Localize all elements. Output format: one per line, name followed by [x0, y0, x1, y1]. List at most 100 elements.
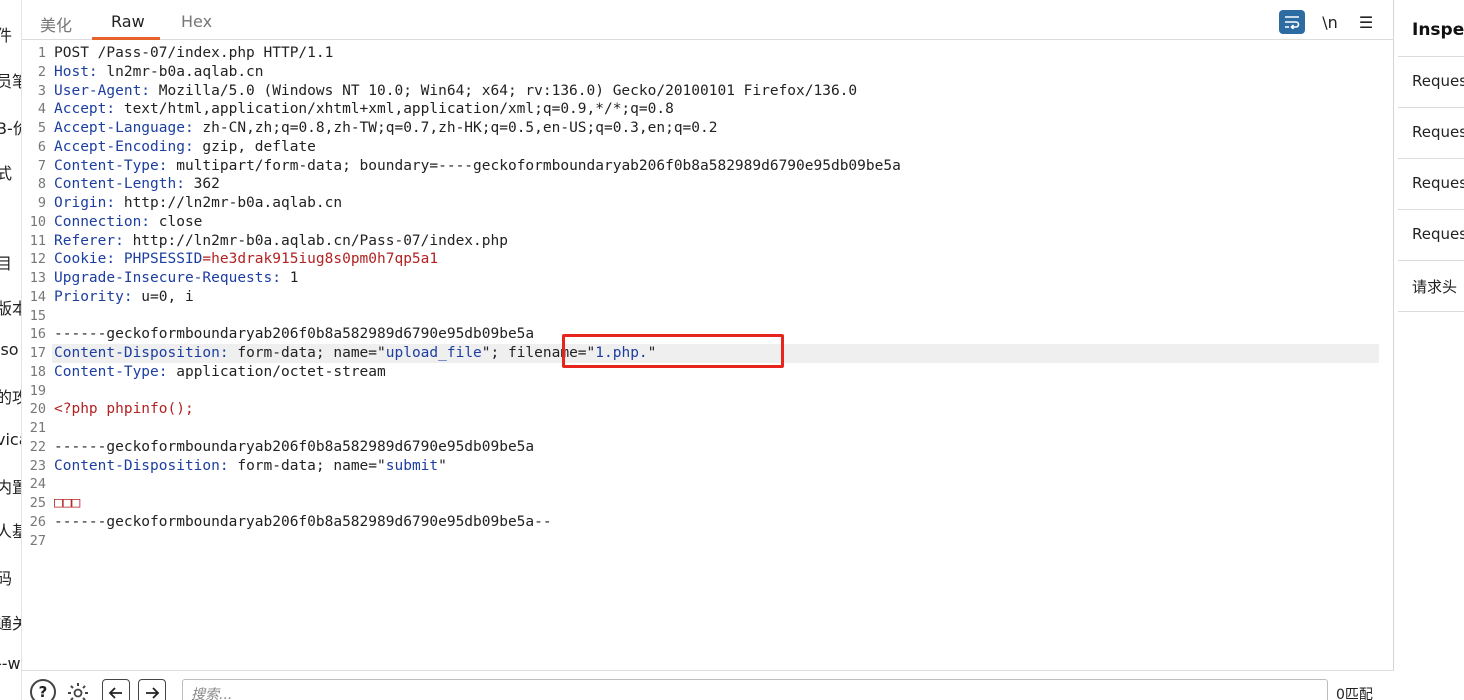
line-text: Accept: text/html,application/xhtml+xml,… [54, 100, 674, 119]
search-input[interactable]: 搜索... [182, 679, 1328, 700]
active-tab-indicator [92, 37, 160, 40]
code-token: Content-Disposition: [54, 345, 229, 361]
inspector-panel: Inspector Request attributes Request que… [1398, 0, 1464, 700]
code-token: Content-Disposition: [54, 457, 229, 474]
line-text: ------geckoformboundaryab206f0b8a582989d… [54, 325, 534, 344]
editor-pane: 美化 Raw Hex \n ☰ 1 POST /Pass-07/index.php… [22, 0, 1394, 700]
sidebar-item[interactable]: 内置 [0, 474, 21, 498]
inspector-row-request-attributes[interactable]: Request attributes [1398, 56, 1464, 107]
code-line: 23 Content-Disposition: form-data; name="… [22, 457, 1382, 476]
code-line: 20 <?php phpinfo(); [22, 400, 1382, 419]
sidebar-item[interactable]: iso [0, 340, 19, 359]
sidebar-item[interactable]: 版本 [0, 295, 21, 319]
line-text: POST /Pass-07/index.php HTTP/1.1 [54, 44, 333, 63]
inspector-row-cookies[interactable]: Request cookies [1398, 209, 1464, 260]
code-line: 24 [22, 475, 1382, 494]
line-text: Content-Type: multipart/form-data; bound… [54, 157, 901, 176]
sidebar-item[interactable]: 码 [0, 565, 12, 589]
code-line: 13 Upgrade-Insecure-Requests: 1 [22, 269, 1382, 288]
code-line: 2 Host: ln2mr-b0a.aqlab.cn [22, 63, 1382, 82]
code-line: 14 Priority: u=0, i [22, 288, 1382, 307]
code-line: 22 ------geckoformboundaryab206f0b8a58298… [22, 438, 1382, 457]
left-sidebar: 件员笔 B-价式目版本 iso 的攻 vica 内置人基码通关 --w [0, 0, 22, 700]
code-token: close [150, 213, 203, 230]
sidebar-item[interactable]: 件 [0, 22, 12, 46]
line-number: 24 [29, 476, 46, 493]
line-text: ------geckoformboundaryab206f0b8a582989d… [54, 438, 534, 457]
sidebar-item[interactable]: 人基 [0, 518, 21, 542]
settings-gear-icon[interactable] [64, 679, 92, 700]
view-tabs: 美化 Raw Hex \n ☰ [22, 0, 1394, 40]
help-icon[interactable]: ? [30, 679, 56, 700]
inspector-row-headers[interactable]: 请求头 [1398, 260, 1464, 311]
sidebar-item[interactable]: vica [0, 430, 21, 449]
tab-raw[interactable]: Raw [111, 12, 145, 31]
line-text: Content-Length: 362 [54, 175, 220, 194]
code-token: Referer: [54, 232, 124, 249]
tab-hex[interactable]: Hex [181, 12, 212, 31]
code-token: Accept-Encoding: [54, 138, 194, 155]
code-token: Content-Length: [54, 176, 185, 193]
code-token: form-data; name=" [228, 457, 386, 474]
code-token: ln2mr-b0a.aqlab.cn [97, 63, 264, 80]
line-text: <?php phpinfo(); [54, 400, 194, 419]
code-line: 10 Connection: close [22, 213, 1382, 232]
sidebar-item[interactable]: --w [0, 654, 21, 673]
sidebar-item[interactable]: 的攻 [0, 384, 21, 408]
line-text: ------geckoformboundaryab206f0b8a582989d… [54, 513, 552, 532]
code-token: Accept-Language: [54, 120, 194, 136]
previous-match-icon[interactable] [102, 679, 130, 700]
next-match-icon[interactable] [138, 679, 166, 700]
sidebar-item[interactable]: B-价 [0, 115, 21, 139]
inspector-divider [1398, 311, 1464, 312]
code-line: 3 User-Agent: Mozilla/5.0 (Windows NT 10.… [22, 82, 1382, 101]
search-bar: ? 搜索... 0匹配 [22, 670, 1394, 700]
filename-highlight-box [562, 334, 784, 368]
sidebar-item[interactable]: 目 [0, 250, 12, 274]
match-count: 0匹配 [1336, 687, 1373, 700]
line-number: 14 [29, 288, 46, 305]
line-number: 17 [29, 345, 46, 361]
inspector-row-body-parameters[interactable]: Request body parameters [1398, 158, 1464, 209]
line-number: 19 [29, 382, 46, 399]
line-number: 5 [37, 120, 46, 136]
code-line: 26 ------geckoformboundaryab206f0b8a58298… [22, 513, 1382, 532]
line-number: 11 [29, 232, 46, 249]
inspector-row-query-parameters[interactable]: Request query parameters [1398, 107, 1464, 158]
code-token: Cookie: [54, 251, 116, 268]
code-token: gzip, deflate [193, 138, 316, 155]
sidebar-item[interactable]: 式 [0, 160, 12, 184]
code-token: " [438, 457, 447, 474]
line-number: 12 [29, 251, 46, 268]
newline-toggle-button[interactable]: \n [1317, 10, 1343, 34]
line-number: 27 [29, 532, 46, 549]
sidebar-item[interactable]: 员笔 [0, 68, 21, 92]
code-line: 9 Origin: http://ln2mr-b0a.aqlab.cn [22, 194, 1382, 213]
code-token: Accept: [54, 101, 116, 118]
code-token: submit [385, 457, 439, 474]
tab-pretty[interactable]: 美化 [40, 12, 72, 36]
code-line: 27 [22, 532, 1382, 551]
line-number: 13 [29, 270, 46, 286]
menu-icon[interactable]: ☰ [1353, 10, 1379, 34]
code-token: upload_file [385, 345, 482, 361]
code-token: <?php phpinfo(); [54, 401, 194, 418]
code-token: Origin: [54, 195, 116, 211]
line-number: 23 [29, 457, 46, 474]
line-number: 15 [29, 307, 46, 324]
line-number: 10 [29, 213, 46, 230]
code-token: User-Agent: [54, 82, 151, 99]
line-number: 16 [29, 326, 46, 343]
code-token: ------geckoformboundaryab206f0b8a582989d… [54, 438, 535, 455]
code-token: PHPSESSID [123, 251, 203, 268]
code-token: application/octet-stream [167, 363, 386, 380]
sidebar-item[interactable]: 通关 [0, 610, 21, 634]
word-wrap-icon[interactable] [1279, 10, 1305, 34]
inspector-title: Inspector [1412, 20, 1464, 40]
line-text: Priority: u=0, i [54, 288, 194, 307]
code-token: Connection: [54, 213, 151, 230]
code-line: 6 Accept-Encoding: gzip, deflate [22, 138, 1382, 157]
line-text: Origin: http://ln2mr-b0a.aqlab.cn [54, 194, 342, 213]
code-token: 1 [280, 270, 299, 286]
